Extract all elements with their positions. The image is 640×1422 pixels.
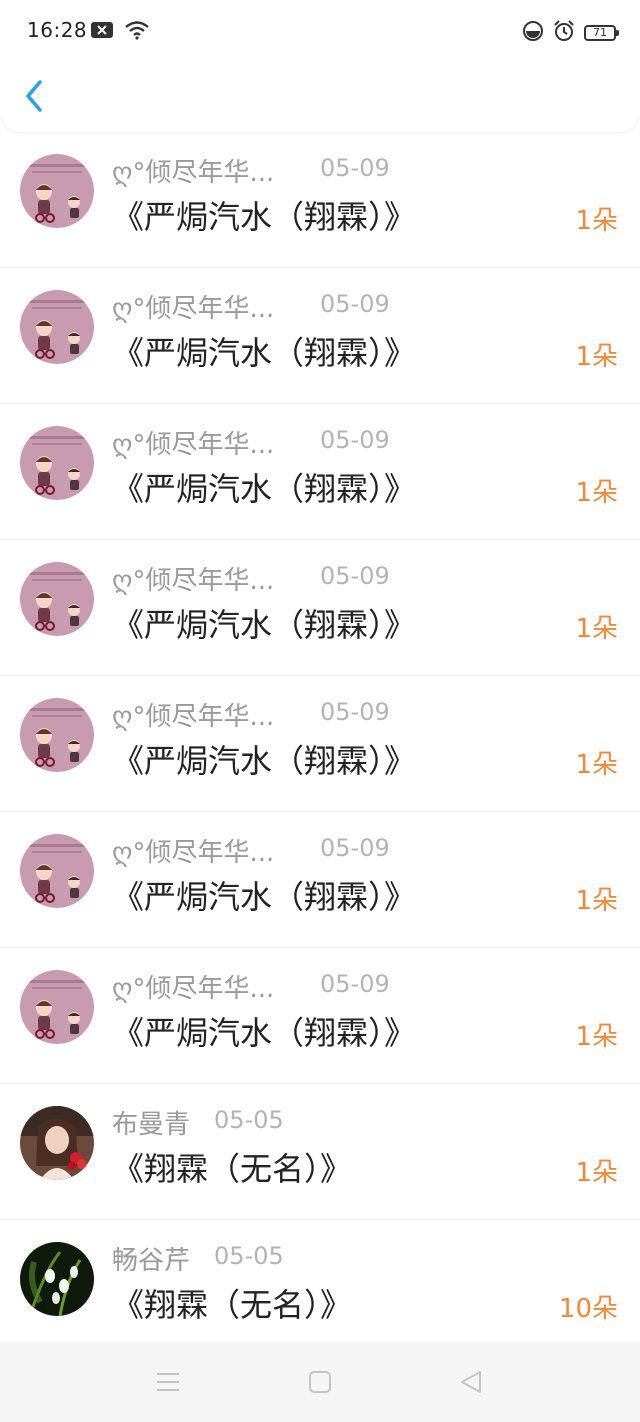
- list-item[interactable]: 布曼青 05-05 《翔霖（无名）》 1朵: [0, 1084, 640, 1220]
- list-item[interactable]: ღ°倾尽年华... 05-09 《严焗汽水（翔霖）》 1朵: [0, 132, 640, 268]
- cartoon-kids-avatar: [20, 426, 94, 500]
- work-title: 《严焗汽水（翔霖）》: [112, 1014, 417, 1052]
- header: [0, 64, 640, 132]
- date: 05-09: [320, 834, 390, 862]
- flower-count: 1朵: [575, 750, 618, 780]
- home-square-icon: [309, 1371, 331, 1393]
- flower-count: 1朵: [575, 614, 618, 644]
- status-left-icons: [90, 20, 150, 44]
- menu-button[interactable]: [154, 1368, 182, 1396]
- bottom-nav: [0, 1342, 640, 1422]
- screen: 16:28 71 ღ°倾尽年华... 05-09 《严焗汽水（翔霖）》 1朵 ღ…: [0, 0, 640, 1422]
- user-name: ღ°倾尽年华...: [112, 158, 275, 188]
- gift-list: ღ°倾尽年华... 05-09 《严焗汽水（翔霖）》 1朵 ღ°倾尽年华... …: [0, 132, 640, 1356]
- work-title: 《翔霖（无名）》: [112, 1286, 353, 1324]
- cartoon-kids-avatar: [20, 970, 94, 1044]
- list-item[interactable]: 畅谷芹 05-05 《翔霖（无名）》 10朵: [0, 1220, 640, 1356]
- cartoon-kids-avatar: [20, 154, 94, 228]
- date: 05-09: [320, 562, 390, 590]
- status-right-icons: 71: [522, 19, 619, 47]
- avatar[interactable]: [20, 698, 94, 772]
- list-item[interactable]: ღ°倾尽年华... 05-09 《严焗汽水（翔霖）》 1朵: [0, 540, 640, 676]
- date: 05-09: [320, 970, 390, 998]
- cartoon-kids-avatar: [20, 290, 94, 364]
- list-item[interactable]: ღ°倾尽年华... 05-09 《严焗汽水（翔霖）》 1朵: [0, 812, 640, 948]
- do-not-disturb-icon: [522, 20, 544, 46]
- work-title: 《严焗汽水（翔霖）》: [112, 470, 417, 508]
- avatar[interactable]: [20, 154, 94, 228]
- date: 05-09: [320, 426, 390, 454]
- flower-count: 1朵: [575, 478, 618, 508]
- user-name: ღ°倾尽年华...: [112, 430, 275, 460]
- work-title: 《严焗汽水（翔霖）》: [112, 606, 417, 644]
- flower-count: 1朵: [575, 1158, 618, 1188]
- status-bar: 16:28 71: [0, 0, 640, 64]
- notification-icon: [90, 21, 114, 43]
- battery-icon: 71: [584, 25, 619, 41]
- work-title: 《严焗汽水（翔霖）》: [112, 198, 417, 236]
- work-title: 《严焗汽水（翔霖）》: [112, 878, 417, 916]
- flower-count: 1朵: [575, 1022, 618, 1052]
- user-name: ღ°倾尽年华...: [112, 702, 275, 732]
- date: 05-05: [214, 1106, 284, 1134]
- menu-icon: [157, 1373, 179, 1391]
- avatar[interactable]: [20, 1242, 94, 1316]
- user-name: ღ°倾尽年华...: [112, 294, 275, 324]
- wifi-icon: [124, 20, 150, 44]
- avatar[interactable]: [20, 970, 94, 1044]
- alarm-icon: [552, 19, 576, 47]
- list-item[interactable]: ღ°倾尽年华... 05-09 《严焗汽水（翔霖）》 1朵: [0, 676, 640, 812]
- avatar[interactable]: [20, 290, 94, 364]
- back-triangle-icon: [461, 1371, 481, 1393]
- date: 05-09: [320, 698, 390, 726]
- avatar[interactable]: [20, 562, 94, 636]
- user-name: ღ°倾尽年华...: [112, 974, 275, 1004]
- user-name: 畅谷芹: [112, 1246, 191, 1276]
- avatar[interactable]: [20, 1106, 94, 1180]
- list-item[interactable]: ღ°倾尽年华... 05-09 《严焗汽水（翔霖）》 1朵: [0, 948, 640, 1084]
- back-nav-button[interactable]: [458, 1368, 486, 1396]
- user-name: 布曼青: [112, 1110, 191, 1140]
- avatar[interactable]: [20, 426, 94, 500]
- chevron-left-icon: [26, 80, 42, 112]
- flower-count: 1朵: [575, 886, 618, 916]
- flower-count: 10朵: [558, 1294, 618, 1324]
- status-time: 16:28: [27, 18, 88, 42]
- date: 05-05: [214, 1242, 284, 1270]
- work-title: 《翔霖（无名）》: [112, 1150, 353, 1188]
- girl-photo-avatar: [20, 1106, 94, 1180]
- flower-count: 1朵: [575, 342, 618, 372]
- user-name: ღ°倾尽年华...: [112, 566, 275, 596]
- user-name: ღ°倾尽年华...: [112, 838, 275, 868]
- work-title: 《严焗汽水（翔霖）》: [112, 334, 417, 372]
- flower-count: 1朵: [575, 206, 618, 236]
- cartoon-kids-avatar: [20, 562, 94, 636]
- list-item[interactable]: ღ°倾尽年华... 05-09 《严焗汽水（翔霖）》 1朵: [0, 404, 640, 540]
- list-item[interactable]: ღ°倾尽年华... 05-09 《严焗汽水（翔霖）》 1朵: [0, 268, 640, 404]
- home-button[interactable]: [306, 1368, 334, 1396]
- flower-photo-avatar: [20, 1242, 94, 1316]
- date: 05-09: [320, 290, 390, 318]
- work-title: 《严焗汽水（翔霖）》: [112, 742, 417, 780]
- back-button[interactable]: [20, 78, 50, 114]
- avatar[interactable]: [20, 834, 94, 908]
- cartoon-kids-avatar: [20, 698, 94, 772]
- cartoon-kids-avatar: [20, 834, 94, 908]
- date: 05-09: [320, 154, 390, 182]
